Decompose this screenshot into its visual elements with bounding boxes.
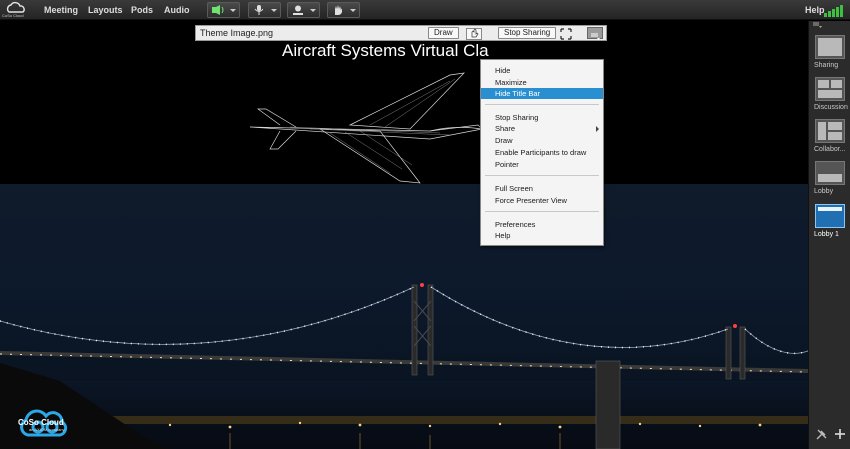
layout-thumbnail: [815, 161, 845, 185]
menu-meeting[interactable]: Meeting: [44, 0, 78, 20]
webcam-button[interactable]: [287, 2, 320, 18]
menu-pods[interactable]: Pods: [131, 0, 153, 20]
watermark-tagline: an AXIOM company: [29, 427, 65, 432]
menu-item-maximize[interactable]: Maximize: [481, 77, 603, 88]
microphone-button[interactable]: [248, 2, 281, 18]
menu-item-stop-sharing[interactable]: Stop Sharing: [481, 112, 603, 123]
watermark-name: CoSo Cloud: [18, 418, 64, 427]
sidebar-tools: [816, 429, 845, 440]
wrench-icon[interactable]: [816, 429, 827, 440]
menu-item-share-label: Share: [495, 124, 516, 133]
menu-list-icon: [591, 33, 600, 40]
signal-strength-icon: [824, 5, 843, 17]
chevron-down-icon: [271, 9, 277, 12]
pointer-button[interactable]: [466, 27, 482, 40]
full-screen-button[interactable]: [558, 27, 574, 40]
sidebar-menu-icon[interactable]: [813, 21, 823, 29]
layout-thumbnail: [815, 204, 845, 228]
menu-divider: [485, 175, 599, 176]
layout-thumbnail: [815, 35, 845, 59]
hand-pointer-icon: [466, 28, 482, 40]
layout-item-sharing[interactable]: Sharing: [814, 35, 848, 75]
microphone-icon: [254, 5, 264, 15]
draw-button[interactable]: Draw: [428, 27, 459, 39]
speaker-button[interactable]: [207, 2, 240, 18]
speaker-icon: [212, 5, 224, 15]
menu-item-help[interactable]: Help: [481, 230, 603, 241]
layout-label: Sharing: [814, 62, 839, 69]
content-heading: Aircraft Systems Virtual Cla: [282, 41, 489, 60]
logo-text: CoSo Cloud: [2, 13, 24, 18]
menu-item-pointer[interactable]: Pointer: [481, 159, 603, 170]
chevron-down-icon: [230, 9, 236, 12]
stop-sharing-button[interactable]: Stop Sharing: [498, 27, 557, 39]
layout-label: Discussion: [814, 104, 848, 111]
chevron-down-icon: [310, 9, 316, 12]
menu-item-preferences[interactable]: Preferences: [481, 219, 603, 230]
menu-item-hide[interactable]: Hide: [481, 65, 603, 76]
chevron-down-icon: [350, 9, 356, 12]
pod-options-button[interactable]: [587, 27, 603, 40]
top-menu-bar: CoSo Cloud Meeting Layouts Pods Audio He…: [0, 0, 850, 20]
layout-item-lobby[interactable]: Lobby: [814, 161, 848, 201]
menu-item-draw[interactable]: Draw: [481, 135, 603, 146]
menu-divider: [485, 211, 599, 212]
aircraft-wireframe-image: [250, 72, 483, 184]
layout-thumbnail: [815, 119, 845, 143]
raise-hand-button[interactable]: [327, 2, 360, 18]
webcam-icon: [293, 5, 303, 15]
menu-item-full-screen[interactable]: Full Screen: [481, 183, 603, 194]
menu-item-hide-title-bar[interactable]: Hide Title Bar: [481, 88, 603, 99]
layouts-sidebar: Sharing Discussion Collabor... Lobby Lob…: [808, 21, 850, 449]
menu-item-enable-participants-draw[interactable]: Enable Participants to draw: [481, 147, 603, 158]
raise-hand-icon: [335, 5, 342, 15]
layout-label: Lobby: [814, 188, 834, 195]
pod-title: Theme Image.png: [200, 28, 274, 38]
layout-item-lobby-1[interactable]: Lobby 1: [814, 204, 848, 244]
add-icon[interactable]: [835, 429, 845, 439]
layout-label: Lobby 1: [814, 231, 839, 238]
menu-item-force-presenter-view[interactable]: Force Presenter View: [481, 195, 603, 206]
layout-item-discussion[interactable]: Discussion: [814, 77, 848, 117]
layout-thumbnail: [815, 77, 845, 101]
menu-layouts[interactable]: Layouts: [88, 0, 123, 20]
fullscreen-icon: [560, 28, 572, 40]
menu-help[interactable]: Help: [805, 0, 825, 20]
layout-item-collaboration[interactable]: Collabor...: [814, 119, 848, 159]
meeting-stage: Aircraft Systems Virtual Cla Theme Image…: [0, 21, 808, 449]
pod-title-bar: Theme Image.png Draw Stop Sharing: [195, 25, 607, 41]
menu-audio[interactable]: Audio: [164, 0, 190, 20]
pod-options-menu: Hide Maximize Hide Title Bar Stop Sharin…: [480, 59, 604, 246]
chevron-right-icon: [596, 126, 599, 132]
layout-label: Collabor...: [814, 146, 846, 153]
menu-divider: [485, 104, 599, 105]
menu-item-share[interactable]: Share: [481, 123, 603, 134]
